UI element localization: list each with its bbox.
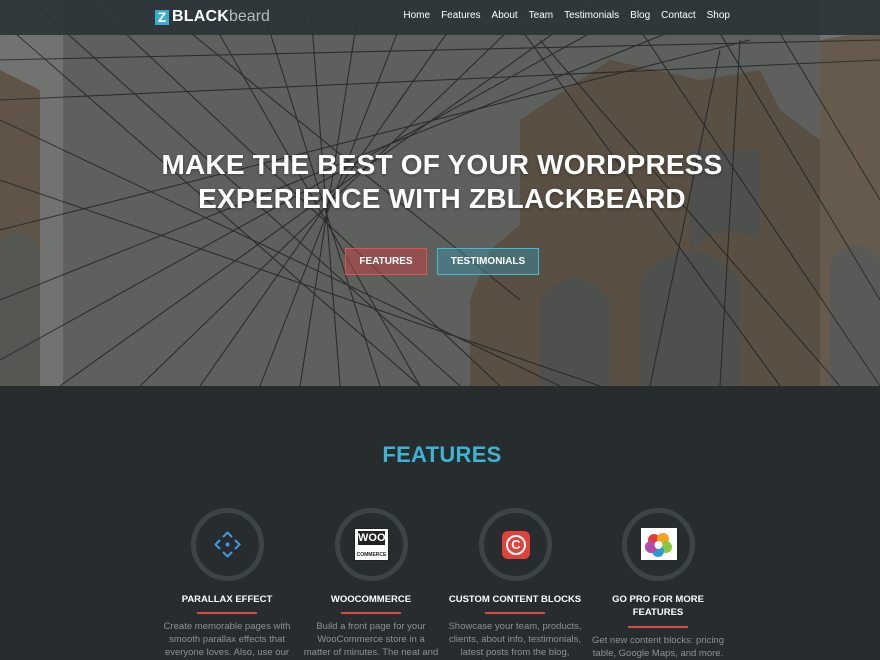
feature-underline (341, 612, 401, 614)
nav-team[interactable]: Team (529, 10, 553, 21)
feature-icon-circle: WOO COMMERCE (335, 508, 408, 581)
feature-title: WOOCOMMERCE (330, 594, 412, 605)
nav-contact[interactable]: Contact (661, 10, 695, 21)
feature-description: Create memorable pages with smooth paral… (163, 621, 291, 658)
main-menu: Home Features About Team Testimonials Bl… (392, 10, 730, 21)
features-button[interactable]: FEATURES (345, 248, 427, 275)
feature-title: CUSTOM CONTENT BLOCKS (448, 594, 582, 605)
feature-icon-circle: C (479, 508, 552, 581)
logo-text-bold: BLACK (172, 8, 229, 25)
feature-underline (485, 612, 545, 614)
site-logo[interactable]: Z BLACK beard (155, 8, 270, 26)
top-navbar: Z BLACK beard Home Features About Team T… (0, 0, 880, 35)
flower-logo-icon (641, 528, 677, 560)
logo-mark: Z (155, 9, 169, 25)
feature-icon-circle (622, 508, 695, 581)
feature-title: PARALLAX EFFECT (181, 594, 273, 605)
content-block-icon: C (502, 531, 530, 559)
feature-title: GO PRO FOR MORE FEATURES (612, 594, 704, 618)
nav-about[interactable]: About (492, 10, 518, 21)
arrows-move-icon (214, 531, 241, 558)
woocommerce-icon: WOO COMMERCE (354, 528, 389, 561)
nav-features[interactable]: Features (441, 10, 480, 21)
features-section: FEATURES PARALLAX EFFECT Create memorabl… (0, 386, 880, 660)
hero-section: MAKE THE BEST OF YOUR WORDPRESS EXPERIEN… (0, 0, 880, 386)
feature-description: Showcase your team, products, clients, a… (448, 621, 582, 658)
feature-icon-circle (191, 508, 264, 581)
feature-description: Build a front page for your WooCommerce … (303, 621, 439, 658)
hero-title-line-1: MAKE THE BEST OF YOUR WORDPRESS (161, 149, 723, 180)
logo-text-light: beard (229, 8, 270, 25)
nav-testimonials[interactable]: Testimonials (564, 10, 619, 21)
nav-blog[interactable]: Blog (630, 10, 650, 21)
nav-shop[interactable]: Shop (707, 10, 730, 21)
features-heading: FEATURES (382, 442, 502, 467)
hero-title: MAKE THE BEST OF YOUR WORDPRESS EXPERIEN… (0, 148, 880, 216)
testimonials-button[interactable]: TESTIMONIALS (437, 248, 539, 275)
feature-underline (628, 626, 688, 628)
feature-underline (197, 612, 257, 614)
nav-home[interactable]: Home (403, 10, 430, 21)
feature-description: Get new content blocks: pricing table, G… (591, 635, 724, 659)
hero-title-line-2: EXPERIENCE WITH ZBLACKBEARD (198, 183, 686, 214)
